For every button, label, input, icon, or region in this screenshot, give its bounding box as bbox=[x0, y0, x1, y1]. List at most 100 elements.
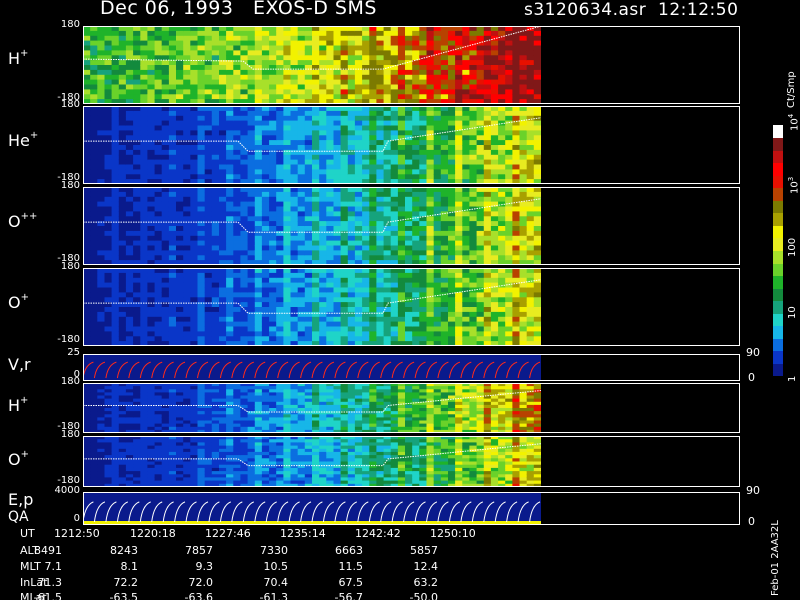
spectrogram-cell bbox=[269, 260, 277, 265]
spectrogram-cell bbox=[118, 79, 127, 86]
spectrogram-cell bbox=[176, 398, 184, 403]
spectrogram-cell bbox=[176, 316, 184, 323]
spectrogram-cell bbox=[83, 50, 91, 56]
spectrogram-cell bbox=[219, 35, 227, 42]
spectrogram-cell bbox=[269, 226, 277, 232]
spectrogram-cell bbox=[226, 164, 234, 170]
spectrogram-cell bbox=[405, 140, 413, 146]
spectrogram-cell bbox=[326, 196, 335, 203]
spectrogram-cell bbox=[476, 206, 485, 212]
spectrogram-cell bbox=[104, 250, 113, 256]
spectrogram-cell bbox=[133, 240, 141, 247]
spectrogram-cell bbox=[140, 115, 149, 122]
spectrogram-cell bbox=[104, 125, 113, 131]
spectrogram-cell bbox=[312, 145, 320, 151]
spectrogram-cell bbox=[412, 201, 420, 208]
spectrogram-cell bbox=[405, 120, 413, 127]
spectrogram-cell bbox=[176, 235, 184, 242]
spectrogram-cell bbox=[412, 40, 420, 47]
spectrogram-cell bbox=[498, 221, 506, 227]
spectrogram-cell bbox=[111, 297, 120, 303]
spectrogram-cell bbox=[290, 372, 299, 378]
spectrogram-cell bbox=[176, 130, 184, 136]
spectrogram-cell bbox=[433, 341, 442, 346]
spectrogram-cell bbox=[276, 354, 284, 360]
spectrogram-cell bbox=[161, 331, 170, 337]
spectrogram-cell bbox=[412, 120, 420, 127]
spectrogram-cell bbox=[426, 282, 435, 289]
spectrogram-cell bbox=[376, 94, 385, 100]
spectrogram-cell bbox=[90, 154, 98, 161]
spectrogram-cell bbox=[312, 40, 320, 47]
spectrogram-cell bbox=[111, 235, 120, 242]
spectrogram-cell bbox=[97, 145, 106, 151]
spectrogram-cell bbox=[312, 69, 320, 76]
spectrogram-cell bbox=[505, 321, 513, 328]
spectrogram-cell bbox=[519, 149, 528, 156]
spectrogram-cell bbox=[376, 50, 385, 56]
spectrogram-cell bbox=[498, 115, 506, 122]
spectrogram-cell bbox=[369, 130, 378, 136]
spectrogram-cell bbox=[219, 311, 227, 318]
spectrogram-cell bbox=[469, 268, 478, 274]
spectrogram-cell bbox=[219, 26, 227, 32]
spectrogram-cell bbox=[247, 125, 256, 131]
spectrogram-cell bbox=[462, 135, 471, 141]
spectrogram-cell bbox=[90, 174, 98, 180]
spectrogram-cell bbox=[440, 125, 449, 131]
spectrogram-cell bbox=[154, 326, 163, 332]
spectrogram-cell bbox=[490, 311, 499, 318]
spectrogram-cell bbox=[333, 191, 342, 198]
spectrogram-cell bbox=[125, 341, 134, 346]
spectrogram-cell bbox=[254, 45, 263, 51]
spectrogram-cell bbox=[433, 125, 442, 131]
spectrogram-cell bbox=[326, 235, 335, 242]
spectrogram-cell bbox=[505, 235, 513, 242]
spectrogram-cell bbox=[419, 268, 428, 274]
spectrogram-cell bbox=[133, 255, 141, 261]
spectrogram-cell bbox=[97, 174, 106, 180]
spectrogram-cell bbox=[125, 110, 134, 117]
spectrogram-cell bbox=[261, 376, 270, 381]
spectrogram-cell bbox=[147, 372, 156, 378]
spectrogram-cell bbox=[326, 140, 335, 146]
spectrogram-cell bbox=[226, 297, 234, 303]
spectrogram-cell bbox=[125, 268, 134, 274]
spectrogram-cell bbox=[90, 65, 98, 71]
spectrogram-cell bbox=[533, 272, 541, 279]
spectrogram-cell bbox=[261, 99, 270, 104]
spectrogram-cell bbox=[154, 423, 163, 428]
spectrogram-cell bbox=[490, 45, 499, 51]
spectrogram-cell bbox=[254, 282, 263, 289]
spectrogram-cell bbox=[240, 125, 249, 131]
spectrogram-cell bbox=[197, 423, 206, 428]
spectrogram-cell bbox=[147, 292, 156, 298]
spectrogram-cell bbox=[269, 79, 277, 86]
spectrogram-cell bbox=[97, 226, 106, 232]
spectrogram-cell bbox=[354, 74, 363, 81]
spectrogram-cell bbox=[347, 372, 356, 378]
spectrogram-cell bbox=[190, 341, 199, 346]
spectrogram-cell bbox=[312, 174, 320, 180]
spectrogram-cell bbox=[498, 235, 506, 242]
spectrogram-cell bbox=[219, 326, 227, 332]
spectrogram-cell bbox=[161, 187, 170, 193]
spectrogram-cell bbox=[326, 50, 335, 56]
spectrogram-cell bbox=[283, 240, 292, 247]
spectrogram-cell bbox=[297, 331, 306, 337]
spectrogram-cell bbox=[83, 287, 91, 293]
spectrogram-cell bbox=[269, 159, 277, 166]
spectrogram-cell bbox=[405, 316, 413, 323]
spectrogram-cell bbox=[340, 60, 349, 66]
spectrogram-cell bbox=[90, 35, 98, 42]
spectrogram-cell bbox=[197, 50, 206, 56]
spectrogram-cell bbox=[483, 282, 492, 289]
spectrogram-cell bbox=[297, 164, 306, 170]
spectrogram-cell bbox=[211, 331, 220, 337]
spectrogram-cell bbox=[83, 398, 91, 403]
spectrogram-cell bbox=[397, 307, 406, 313]
spectrogram-cell bbox=[426, 331, 435, 337]
spectrogram-cell bbox=[161, 386, 170, 390]
spectrogram-cell bbox=[154, 372, 163, 378]
spectrogram-cell bbox=[97, 411, 106, 415]
